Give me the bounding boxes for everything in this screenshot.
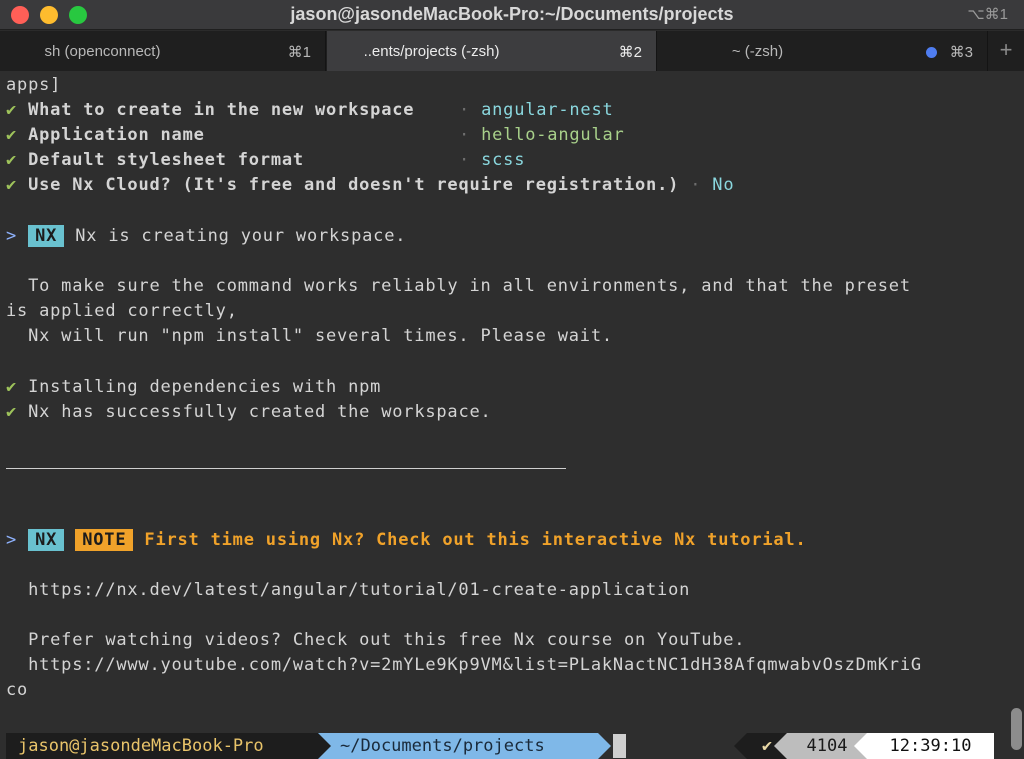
new-tab-button[interactable]: + [988, 31, 1024, 71]
answer-line: ✔ What to create in the new workspace [6, 100, 414, 120]
scrollbar-thumb[interactable] [1011, 708, 1022, 750]
tab-projects-zsh[interactable]: ..ents/projects (-zsh) ⌘2 [327, 31, 657, 71]
powerline-arrow-icon [318, 733, 331, 759]
answer-line: ✔ Application name [6, 125, 205, 145]
output-line: To make sure the command works reliably … [6, 276, 911, 296]
separator-dot: · [459, 125, 471, 145]
nx-badge: NX [28, 529, 65, 551]
answer-value: scss [481, 150, 526, 170]
prompt-user-segment: jason@jasondeMacBook-Pro [6, 733, 318, 759]
powerline-arrow-icon [854, 733, 867, 759]
answer-value: angular-nest [481, 100, 614, 120]
terminal-output[interactable]: apps] ✔ What to create in the new worksp… [0, 71, 1024, 759]
nx-badge: NX [28, 225, 65, 247]
powerline-arrow-icon [774, 733, 787, 759]
tab-shortcut: ⌘2 [618, 44, 642, 61]
clock-segment: 12:39:10 [867, 733, 994, 759]
output-line: apps] [6, 75, 62, 95]
done-line: ✔ Installing dependencies with npm [6, 377, 381, 397]
check-icon: ✔ [6, 377, 18, 397]
tab-bar: sh (openconnect) ⌘1 ..ents/projects (-zs… [0, 31, 1024, 71]
tab-label: sh (openconnect) [44, 43, 161, 60]
check-icon: ✔ [6, 150, 18, 170]
answer-line: ✔ Default stylesheet format [6, 150, 304, 170]
activity-indicator-icon [926, 47, 937, 58]
tab-label: ~ (-zsh) [731, 43, 784, 60]
separator-dot: · [459, 100, 471, 120]
note-badge: NOTE [75, 529, 134, 551]
answer-value-line: · angular-nest [459, 100, 614, 120]
check-icon: ✔ [6, 125, 18, 145]
separator-dot: · [459, 150, 471, 170]
youtube-link[interactable]: https://www.youtube.com/watch?v=2mYLe9Kp… [6, 655, 922, 675]
note-text: First time using Nx? Check out this inte… [144, 530, 807, 550]
status-line: > NX Nx is creating your workspace. [6, 225, 406, 247]
window-title: jason@jasondeMacBook-Pro:~/Documents/pro… [290, 4, 734, 24]
answer-line: ✔ Use Nx Cloud? (It's free and doesn't r… [6, 175, 734, 195]
separator-dot: · [690, 175, 702, 195]
title-bar: jason@jasondeMacBook-Pro:~/Documents/pro… [0, 0, 1024, 30]
creating-text: Nx is creating your workspace. [75, 226, 407, 246]
tab-shortcut: ⌘1 [287, 44, 311, 61]
done-line: ✔ Nx has successfully created the worksp… [6, 402, 492, 422]
tutorial-link[interactable]: https://nx.dev/latest/angular/tutorial/0… [6, 580, 690, 600]
question-text: Application name [28, 125, 205, 145]
window-shortcut: ⌥⌘1 [967, 6, 1008, 23]
output-line: Nx will run "npm install" several times.… [6, 326, 613, 346]
done-text: Installing dependencies with npm [28, 377, 382, 397]
output-line: is applied correctly, [6, 301, 238, 321]
powerline-arrow-icon [734, 733, 747, 759]
done-text: Nx has successfully created the workspac… [28, 402, 492, 422]
question-text: Use Nx Cloud? (It's free and doesn't req… [28, 175, 680, 195]
question-text: What to create in the new workspace [28, 100, 415, 120]
divider [6, 468, 566, 469]
note-line: > NX NOTE First time using Nx? Check out… [6, 529, 807, 551]
answer-value-line: · scss [459, 150, 525, 170]
tab-home-zsh[interactable]: ~ (-zsh) ⌘3 [658, 31, 988, 71]
answer-value-line: · hello-angular [459, 125, 625, 145]
text-cursor[interactable] [613, 734, 626, 758]
check-icon: ✔ [6, 402, 18, 422]
prompt-dir-segment: ~/Documents/projects [318, 733, 598, 759]
answer-value: hello-angular [481, 125, 625, 145]
powerline-arrow-icon [598, 733, 611, 759]
prompt-chevron-icon: > [6, 530, 18, 550]
question-text: Default stylesheet format [28, 150, 304, 170]
prompt-chevron-icon: > [6, 226, 18, 246]
check-icon: ✔ [6, 175, 18, 195]
answer-value: No [712, 175, 735, 195]
tab-shortcut: ⌘3 [949, 44, 973, 61]
output-line: Prefer watching videos? Check out this f… [6, 630, 746, 650]
youtube-link-continued[interactable]: co [6, 680, 28, 700]
tab-label: ..ents/projects (-zsh) [363, 43, 500, 60]
tab-openconnect[interactable]: sh (openconnect) ⌘1 [0, 31, 326, 71]
check-icon: ✔ [6, 100, 18, 120]
